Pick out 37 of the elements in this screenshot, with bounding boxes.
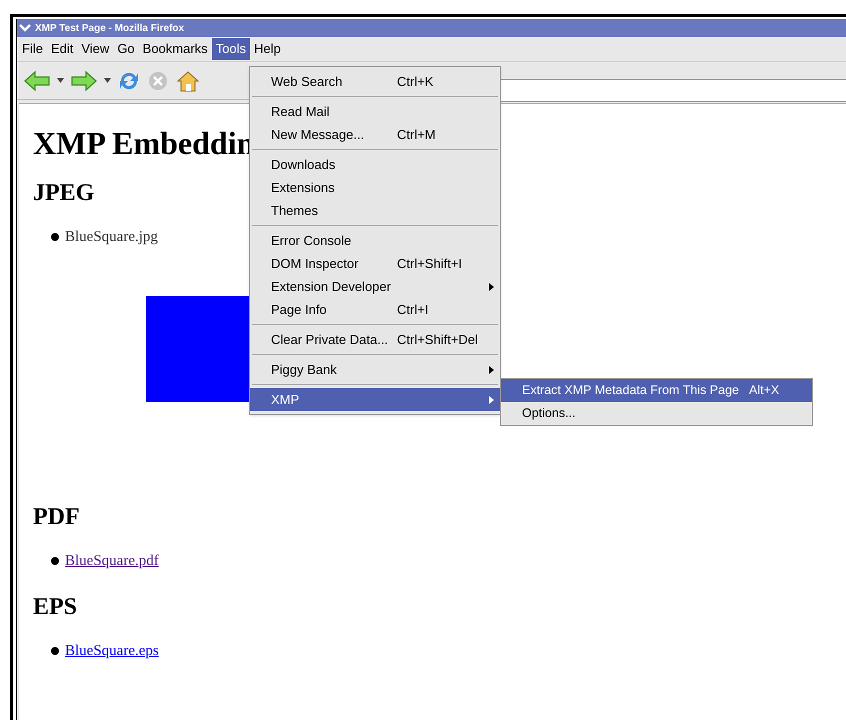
bullet-icon bbox=[51, 556, 59, 565]
section-heading: PDF bbox=[33, 502, 80, 532]
menu-item[interactable]: Error Console bbox=[250, 229, 500, 252]
menu-title[interactable]: Edit bbox=[46, 38, 78, 60]
menu-item[interactable]: Page Info Ctrl+I bbox=[250, 298, 500, 321]
menu-item[interactable]: Themes bbox=[250, 199, 500, 222]
menu-item[interactable]: XMP bbox=[250, 388, 500, 411]
file-link[interactable]: BlueSquare.pdf bbox=[65, 550, 159, 572]
dropdown-icon[interactable] bbox=[104, 78, 111, 83]
dropdown-icon[interactable] bbox=[57, 78, 64, 83]
forward-arrow-icon[interactable] bbox=[70, 70, 98, 92]
chevron-down-icon[interactable] bbox=[19, 22, 31, 34]
menu-title[interactable]: Help bbox=[250, 38, 285, 60]
menu-item[interactable]: Extension Developer bbox=[250, 275, 500, 298]
file-link[interactable]: BlueSquare.eps bbox=[65, 640, 159, 662]
home-icon[interactable] bbox=[175, 68, 201, 92]
menu-title[interactable]: View bbox=[77, 38, 114, 60]
menu-item[interactable]: Web Search Ctrl+K bbox=[250, 70, 500, 93]
image-caption: BlueSquare.jpg bbox=[65, 228, 158, 247]
url-field[interactable] bbox=[500, 79, 846, 102]
menu-title[interactable]: Bookmarks bbox=[138, 38, 212, 60]
menu-item[interactable]: DOM Inspector Ctrl+Shift+I bbox=[250, 252, 500, 275]
menu-title[interactable]: Go bbox=[113, 38, 139, 60]
back-arrow-icon[interactable] bbox=[23, 70, 51, 92]
section-heading: JPEG bbox=[33, 179, 94, 208]
menu-item[interactable]: Extensions bbox=[250, 176, 500, 199]
menu-item[interactable]: Extract XMP Metadata From This Page Alt+X bbox=[501, 379, 812, 402]
menu-item[interactable]: Options... bbox=[501, 402, 812, 425]
menu-title[interactable]: Tools bbox=[212, 38, 250, 60]
menu-item[interactable]: Clear Private Data... Ctrl+Shift+Del bbox=[250, 328, 500, 351]
menu-item[interactable]: Read Mail bbox=[250, 100, 500, 123]
menu-item[interactable]: Piggy Bank bbox=[250, 358, 500, 381]
section-heading: EPS bbox=[33, 593, 78, 622]
menu-title[interactable]: File bbox=[18, 38, 47, 60]
bullet-icon bbox=[51, 647, 59, 656]
bullet-icon bbox=[51, 233, 59, 242]
window-title: XMP Test Page - Mozilla Firefox bbox=[35, 22, 184, 36]
